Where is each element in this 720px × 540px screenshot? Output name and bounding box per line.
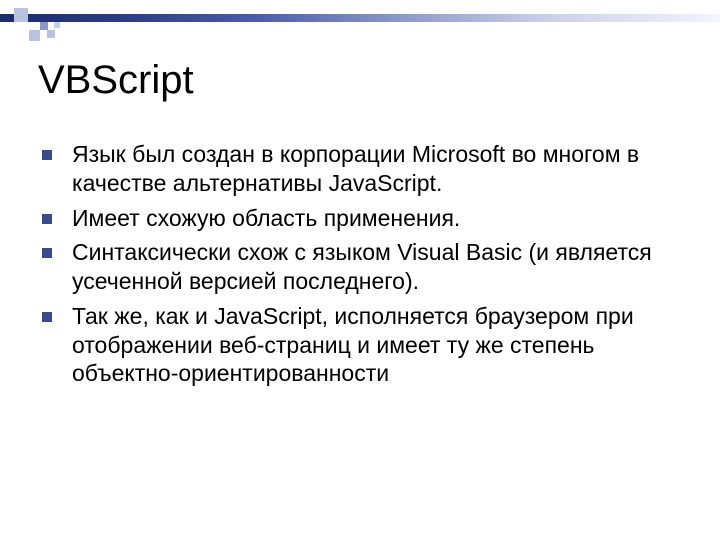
- bullet-list: Язык был создан в корпорации Microsoft в…: [38, 140, 682, 388]
- square-icon: [29, 30, 40, 41]
- gradient-bar: [0, 14, 720, 22]
- square-icon: [47, 30, 55, 38]
- list-item: Имеет схожую область применения.: [38, 204, 682, 233]
- square-icon: [54, 22, 60, 28]
- list-item: Синтаксически схож с языком Visual Basic…: [38, 238, 682, 296]
- square-icon: [40, 22, 48, 30]
- list-item: Так же, как и JavaScript, исполняется бр…: [38, 302, 682, 388]
- list-item: Язык был создан в корпорации Microsoft в…: [38, 140, 682, 198]
- decorative-header: [0, 0, 720, 46]
- slide-title: VBScript: [38, 58, 194, 103]
- slide-content: Язык был создан в корпорации Microsoft в…: [38, 140, 682, 394]
- square-icon: [14, 8, 28, 22]
